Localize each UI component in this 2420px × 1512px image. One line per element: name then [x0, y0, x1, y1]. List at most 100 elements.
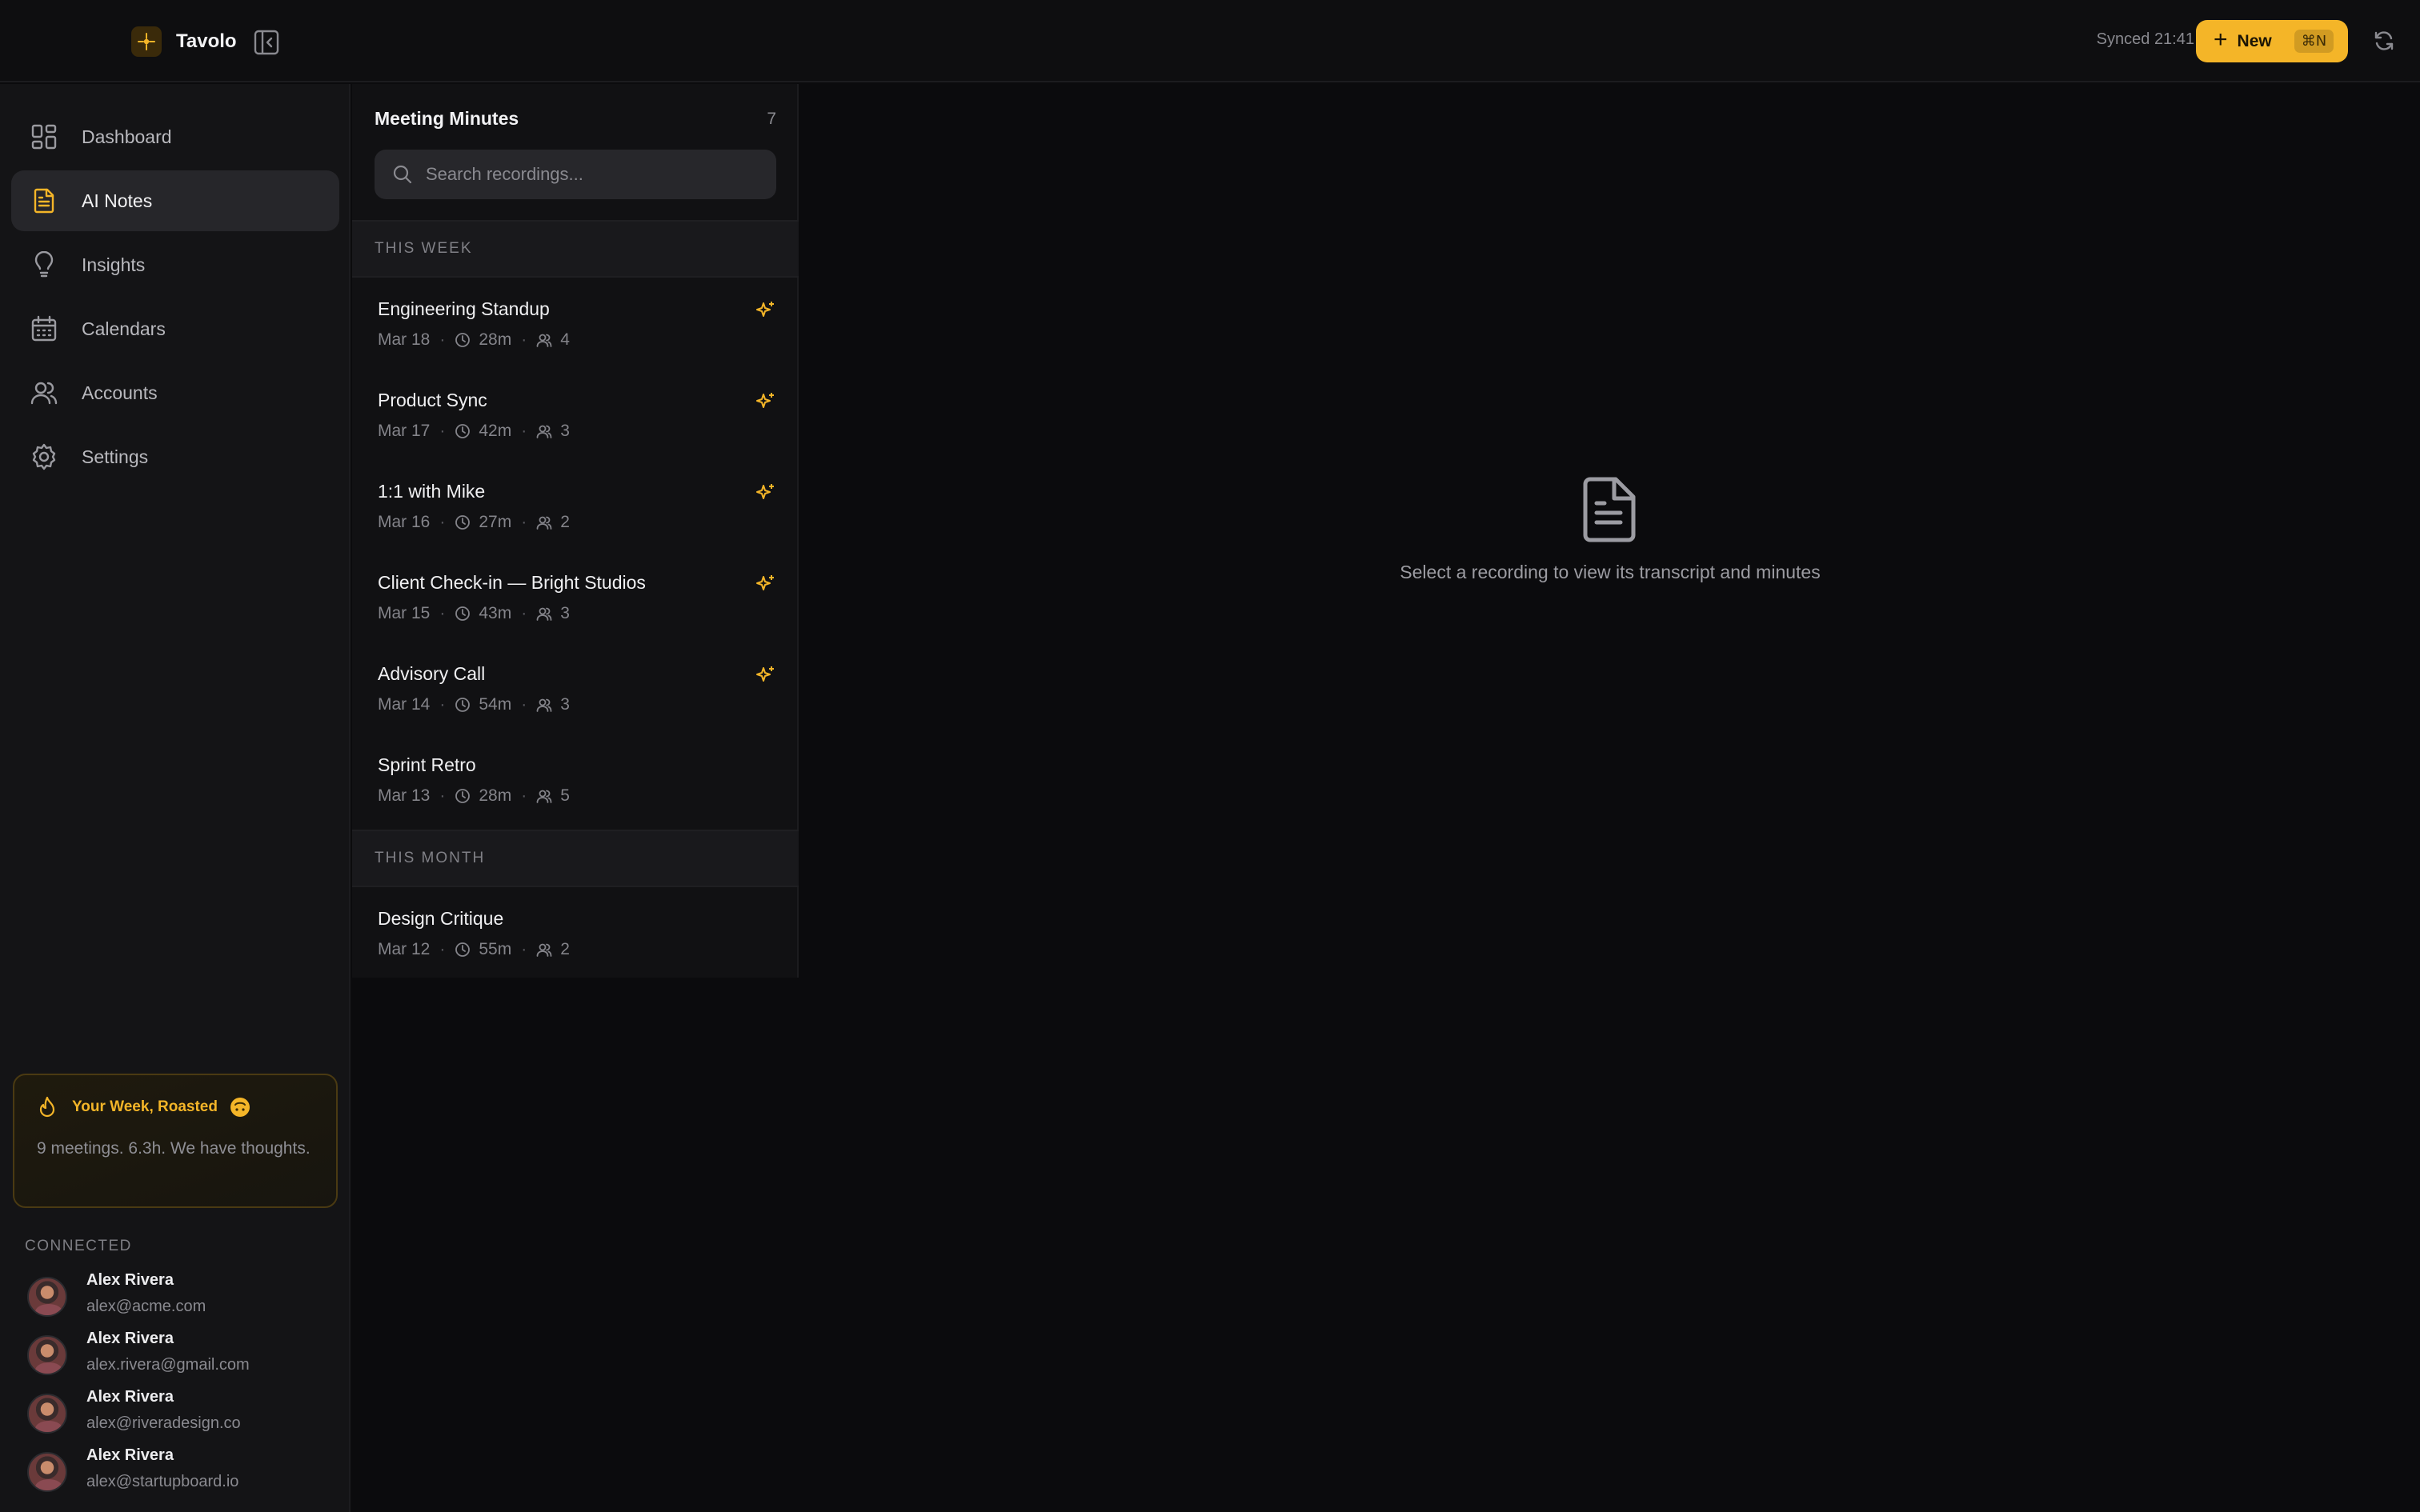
- sidebar-item-calendars[interactable]: Calendars: [11, 298, 339, 359]
- top-bar: Tavolo Synced 21:41 + New ⌘N: [0, 0, 2420, 82]
- gear-icon: [32, 443, 56, 470]
- sidebar-item-dashboard[interactable]: Dashboard: [11, 106, 339, 167]
- recording-meta: Mar 13 · 28m · 5: [378, 786, 570, 805]
- list-header: Meeting Minutes 7: [375, 108, 776, 140]
- attendees-icon: [536, 790, 552, 803]
- calendar-icon: [31, 315, 57, 342]
- sidebar-item-insights[interactable]: Insights: [11, 234, 339, 295]
- clock-icon: [455, 333, 471, 347]
- recording-attendees: 2: [560, 940, 570, 958]
- account-name: Alex Rivera: [86, 1446, 174, 1464]
- account-email: alex.rivera@gmail.com: [86, 1356, 250, 1374]
- refresh-icon[interactable]: [2372, 29, 2396, 53]
- recording-attendees: 5: [560, 786, 570, 805]
- recording-row[interactable]: Advisory Call Mar 14 · 54m · 3: [352, 642, 799, 734]
- roast-summary: 9 meetings. 6.3h. We have thoughts.: [37, 1139, 311, 1158]
- clock-icon: [455, 698, 471, 712]
- recording-duration: 28m: [479, 786, 512, 805]
- recording-duration: 54m: [479, 695, 512, 714]
- recording-duration: 55m: [479, 940, 512, 958]
- recording-title: Advisory Call: [378, 663, 486, 684]
- group-rows-this-week: Engineering Standup Mar 18 · 28m · 4 Produ…: [352, 278, 799, 825]
- attendees-icon: [536, 334, 552, 347]
- roast-title: Your Week, Roasted: [72, 1098, 218, 1115]
- recording-date: Mar 14: [378, 695, 431, 714]
- clock-icon: [455, 424, 471, 438]
- recordings-list-pane: Meeting Minutes 7 THIS WEEK Engineering …: [352, 84, 799, 978]
- attendees-icon: [536, 607, 552, 621]
- recording-row[interactable]: Sprint Retro Mar 13 · 28m · 5: [352, 734, 799, 825]
- recording-title: Client Check-in — Bright Studios: [378, 572, 646, 593]
- recording-attendees: 4: [560, 330, 570, 349]
- ai-sparkle-icon: [756, 666, 774, 682]
- recording-row[interactable]: Product Sync Mar 17 · 42m · 3: [352, 369, 799, 460]
- recording-count: 7: [767, 110, 776, 128]
- group-header-this-month: THIS MONTH: [352, 830, 799, 887]
- account-email: alex@acme.com: [86, 1298, 206, 1315]
- recording-date: Mar 18: [378, 330, 431, 349]
- app-name: Tavolo: [176, 30, 237, 52]
- attendees-icon: [536, 698, 552, 712]
- recording-title: Product Sync: [378, 390, 487, 410]
- connected-accounts-list: Alex Rivera alex@acme.com Alex Rivera al…: [27, 1270, 339, 1504]
- lightbulb-icon: [34, 251, 54, 278]
- recording-date: Mar 17: [378, 422, 431, 440]
- sidebar-item-settings[interactable]: Settings: [11, 426, 339, 487]
- sidebar-item-label: AI Notes: [82, 190, 153, 211]
- recording-meta: Mar 18 · 28m · 4: [378, 330, 570, 349]
- attendees-icon: [536, 943, 552, 957]
- sidebar-item-label: Calendars: [82, 318, 166, 339]
- connected-account[interactable]: Alex Rivera alex@startupboard.io: [27, 1446, 339, 1504]
- connected-account[interactable]: Alex Rivera alex@riveradesign.co: [27, 1387, 339, 1446]
- recording-row[interactable]: 1:1 with Mike Mar 16 · 27m · 2: [352, 460, 799, 551]
- clock-icon: [455, 606, 471, 621]
- recording-title: Engineering Standup: [378, 298, 550, 319]
- sidebar-item-accounts[interactable]: Accounts: [11, 362, 339, 423]
- clock-icon: [455, 789, 471, 803]
- dashboard-icon: [31, 124, 57, 150]
- recording-attendees: 3: [560, 422, 570, 440]
- account-name: Alex Rivera: [86, 1388, 174, 1406]
- connected-account[interactable]: Alex Rivera alex@acme.com: [27, 1270, 339, 1329]
- recording-attendees: 3: [560, 695, 570, 714]
- recording-title: Sprint Retro: [378, 754, 476, 775]
- recording-row[interactable]: Client Check-in — Bright Studios Mar 15 ·…: [352, 551, 799, 642]
- connected-accounts-heading: CONNECTED: [25, 1238, 132, 1254]
- avatar: [27, 1394, 67, 1434]
- notes-icon: [34, 188, 54, 214]
- brand[interactable]: Tavolo: [131, 26, 237, 58]
- ai-sparkle-icon: [756, 575, 774, 590]
- sidebar-nav: Dashboard AI Notes Insights Calendars Ac…: [11, 106, 339, 490]
- plus-icon: +: [2214, 26, 2228, 53]
- new-recording-button[interactable]: + New ⌘N: [2196, 20, 2348, 62]
- ai-sparkle-icon: [756, 484, 774, 499]
- attendees-icon: [536, 516, 552, 530]
- account-email: alex@riveradesign.co: [86, 1414, 241, 1432]
- recording-title: Design Critique: [378, 908, 504, 929]
- attendees-icon: [536, 425, 552, 438]
- recording-meta: Mar 17 · 42m · 3: [378, 422, 570, 440]
- collapse-sidebar-icon[interactable]: [253, 29, 280, 56]
- upside-down-face-icon: [230, 1098, 250, 1117]
- connected-account[interactable]: Alex Rivera alex.rivera@gmail.com: [27, 1329, 339, 1387]
- app-logo-icon: [131, 26, 162, 57]
- recording-attendees: 2: [560, 513, 570, 531]
- search-input[interactable]: [426, 164, 762, 185]
- ai-sparkle-icon: [756, 302, 774, 317]
- recording-date: Mar 16: [378, 513, 431, 531]
- recording-row[interactable]: Engineering Standup Mar 18 · 28m · 4: [352, 278, 799, 369]
- recording-duration: 27m: [479, 513, 512, 531]
- recording-date: Mar 15: [378, 604, 431, 622]
- account-name: Alex Rivera: [86, 1271, 174, 1289]
- recording-row[interactable]: Design Critique Mar 12 · 55m · 2: [352, 887, 799, 978]
- shortcut-badge: ⌘N: [2294, 30, 2334, 53]
- clock-icon: [455, 942, 471, 957]
- sidebar-item-ai-notes[interactable]: AI Notes: [11, 170, 339, 231]
- weekly-roast-card[interactable]: Your Week, Roasted 9 meetings. 6.3h. We …: [13, 1074, 338, 1208]
- account-name: Alex Rivera: [86, 1330, 174, 1347]
- sidebar-item-label: Settings: [82, 446, 149, 467]
- detail-pane: Select a recording to view its transcrip…: [800, 84, 2420, 1512]
- recording-title: 1:1 with Mike: [378, 481, 486, 502]
- recording-meta: Mar 16 · 27m · 2: [378, 513, 570, 531]
- search-box[interactable]: [375, 150, 776, 199]
